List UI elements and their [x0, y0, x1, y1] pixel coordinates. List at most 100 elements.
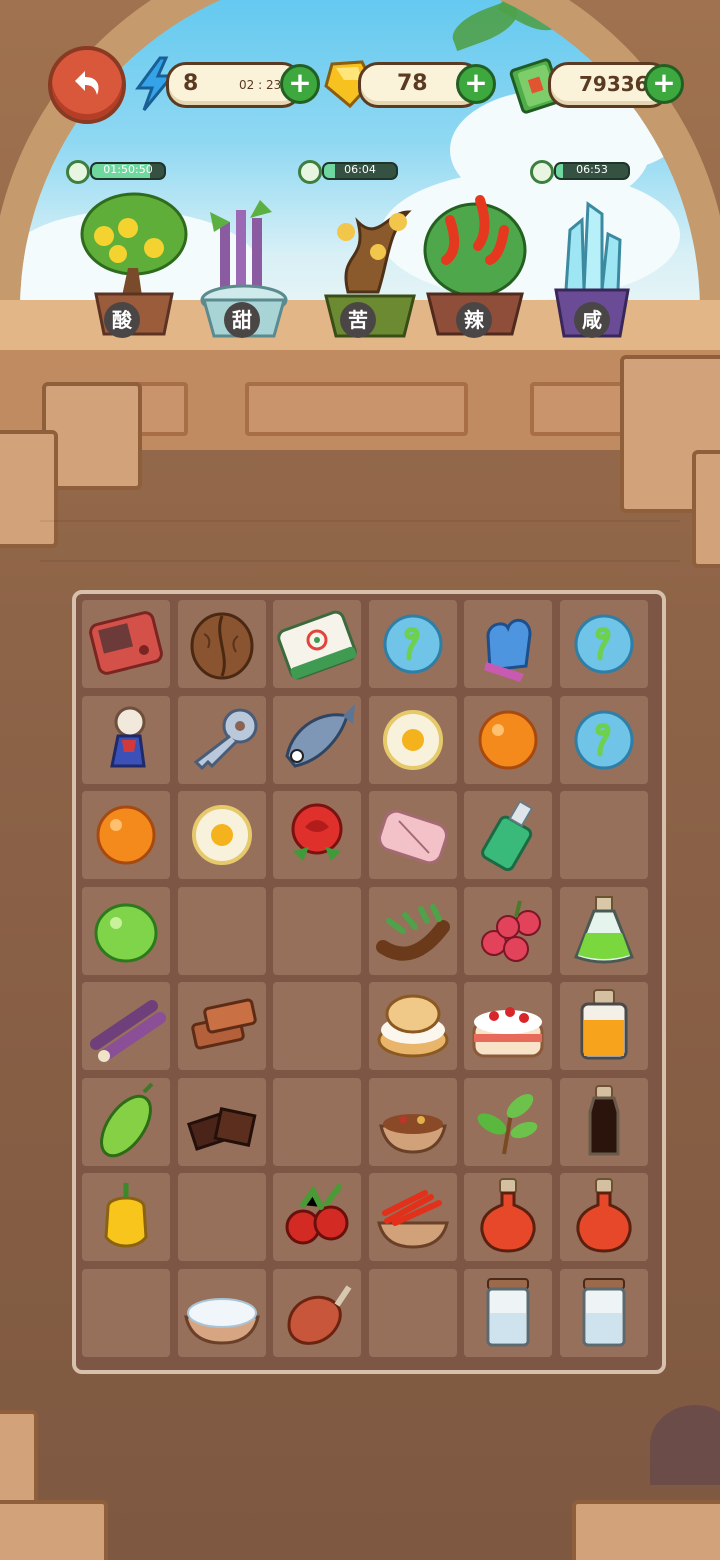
blue-glove-icon[interactable]	[464, 600, 552, 688]
board-cell[interactable]	[368, 695, 457, 784]
orange-fruit-icon[interactable]	[82, 791, 170, 879]
tamarind-icon[interactable]	[369, 887, 457, 975]
board-cell[interactable]	[368, 982, 457, 1070]
board-cell[interactable]	[177, 886, 266, 975]
plant-timer-bitter: 06:04	[298, 160, 398, 184]
add-gems-button[interactable]: +	[456, 64, 496, 104]
board-cell[interactable]	[273, 1173, 361, 1261]
board-cell[interactable]	[273, 695, 361, 784]
red-potion-icon[interactable]	[464, 1173, 552, 1261]
board-cell[interactable]	[368, 600, 457, 688]
herb-bubble-icon[interactable]	[560, 600, 648, 688]
board-cell[interactable]	[464, 982, 552, 1070]
add-cash-button[interactable]: +	[644, 64, 684, 104]
board-cell[interactable]	[464, 600, 552, 688]
board-cell[interactable]	[368, 1077, 457, 1166]
salt-jar-icon[interactable]	[560, 1269, 648, 1357]
orange-potion-icon[interactable]	[560, 982, 648, 1070]
board-cell[interactable]	[368, 886, 457, 975]
board-cell[interactable]	[82, 982, 170, 1070]
bitter-melon-icon[interactable]	[82, 1078, 170, 1166]
hawthorn-icon[interactable]	[273, 1173, 361, 1261]
crate-bottom-right	[572, 1500, 720, 1560]
barrel-bottom-right	[650, 1405, 720, 1485]
board-cell[interactable]	[464, 791, 552, 879]
fish-icon[interactable]	[273, 696, 361, 784]
board-cell[interactable]	[559, 1173, 648, 1261]
board-cell[interactable]	[464, 1268, 552, 1357]
salt-jar-icon[interactable]	[464, 1269, 552, 1357]
key-icon[interactable]	[178, 696, 266, 784]
toy-hero-icon[interactable]	[82, 696, 170, 784]
game-console-icon[interactable]	[82, 600, 170, 688]
board-cell[interactable]	[559, 1077, 648, 1166]
flavor-label-sour: 酸	[104, 302, 140, 338]
board-cell[interactable]	[368, 1173, 457, 1261]
fried-egg-icon[interactable]	[369, 696, 457, 784]
chili-bowl-icon[interactable]	[369, 1173, 457, 1261]
board-cell[interactable]	[177, 982, 266, 1070]
herb-bubble-icon[interactable]	[369, 600, 457, 688]
board-cell[interactable]	[368, 1268, 457, 1357]
herb-bubble-icon[interactable]	[560, 696, 648, 784]
add-energy-button[interactable]: +	[280, 64, 320, 104]
board-cell[interactable]	[464, 1077, 552, 1166]
board-cell[interactable]	[82, 791, 170, 879]
board-cell[interactable]	[273, 886, 361, 975]
rose-icon[interactable]	[273, 791, 361, 879]
pink-wallet-icon[interactable]	[369, 791, 457, 879]
mahjong-tile-icon[interactable]	[273, 600, 361, 688]
board-cell[interactable]	[368, 791, 457, 879]
board-cell[interactable]	[464, 1173, 552, 1261]
ham-icon[interactable]	[273, 1269, 361, 1357]
green-potion-icon[interactable]	[560, 887, 648, 975]
board-cell[interactable]	[82, 1077, 170, 1166]
board-cell[interactable]	[464, 886, 552, 975]
red-potion-icon[interactable]	[560, 1173, 648, 1261]
orange-fruit-icon[interactable]	[464, 696, 552, 784]
salt-bowl-icon[interactable]	[178, 1269, 266, 1357]
brown-sugar-icon[interactable]	[178, 982, 266, 1070]
yellow-pepper-icon[interactable]	[82, 1173, 170, 1261]
spice-bowl-icon[interactable]	[369, 1078, 457, 1166]
fried-egg-icon[interactable]	[178, 791, 266, 879]
board-cell[interactable]	[559, 886, 648, 975]
plant-timer-salty: 06:53	[530, 160, 630, 184]
board-cell[interactable]	[273, 1077, 361, 1166]
walnut-icon[interactable]	[178, 600, 266, 688]
chocolate-icon[interactable]	[178, 1078, 266, 1166]
lighter-icon[interactable]	[464, 791, 552, 879]
board-cell[interactable]	[82, 695, 170, 784]
board-cell[interactable]	[273, 982, 361, 1070]
board-cell[interactable]	[177, 1268, 266, 1357]
board-cell[interactable]	[177, 1077, 266, 1166]
board-cell[interactable]	[177, 1173, 266, 1261]
board-cell[interactable]	[82, 600, 170, 688]
board-cell[interactable]	[82, 886, 170, 975]
board-cell[interactable]	[559, 695, 648, 784]
board-cell[interactable]	[273, 1268, 361, 1357]
lychee-icon[interactable]	[464, 887, 552, 975]
board-cell[interactable]	[273, 600, 361, 688]
board-cell[interactable]	[82, 1268, 170, 1357]
board-cell[interactable]	[559, 1268, 648, 1357]
cream-puff-icon[interactable]	[369, 982, 457, 1070]
board-cell[interactable]	[177, 791, 266, 879]
board-cell[interactable]	[177, 600, 266, 688]
board-cell[interactable]	[559, 982, 648, 1070]
tea-leaves-icon[interactable]	[464, 1078, 552, 1166]
lime-icon[interactable]	[82, 887, 170, 975]
soy-bottle-icon[interactable]	[560, 1078, 648, 1166]
plant-timer-text: 06:04	[344, 163, 376, 176]
board-cell[interactable]	[464, 695, 552, 784]
sugarcane-icon[interactable]	[82, 982, 170, 1070]
clock-icon	[298, 160, 322, 184]
board-cell[interactable]	[82, 1173, 170, 1261]
board-cell[interactable]	[273, 791, 361, 879]
back-button[interactable]	[48, 46, 126, 124]
strawberry-cake-icon[interactable]	[464, 982, 552, 1070]
board-cell[interactable]	[559, 600, 648, 688]
board-cell[interactable]	[559, 791, 648, 879]
board-cell[interactable]	[177, 695, 266, 784]
flavor-label-sweet: 甜	[224, 302, 260, 338]
